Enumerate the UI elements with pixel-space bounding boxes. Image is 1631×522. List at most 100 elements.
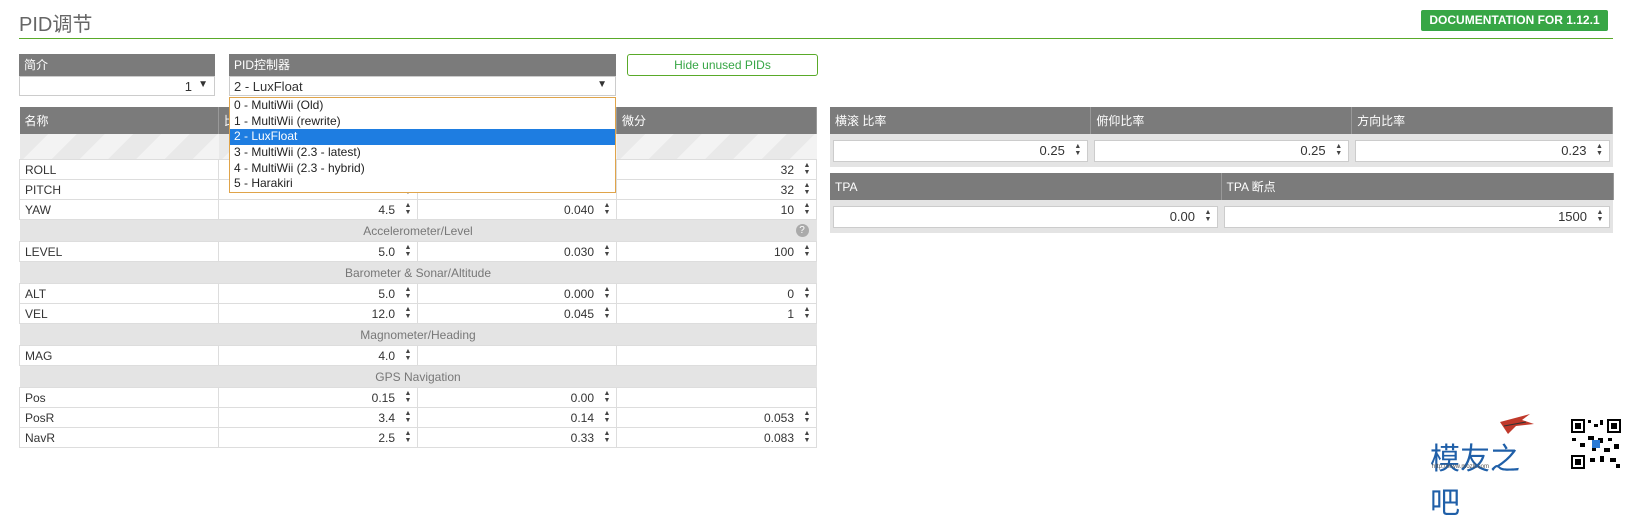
table-row: Pos 0.15 ▲ ▼ 0.00 ▲ ▼ <box>19 387 817 408</box>
spinner-icon[interactable]: ▲▼ <box>602 286 612 300</box>
spinner-icon[interactable]: ▲▼ <box>403 306 413 320</box>
table-row: LEVEL 5.0 ▲ ▼ 0.030 ▲ ▼ 100 ▲ ▼ <box>19 241 817 262</box>
p-input[interactable]: 5.0 ▲ ▼ <box>218 241 418 262</box>
d-input[interactable]: 32 ▲ ▼ <box>616 179 817 200</box>
col-header-d: 微分 <box>616 107 817 134</box>
watermark-url: http://www.moz8.com <box>1432 464 1490 470</box>
empty-cell <box>417 345 617 366</box>
dropdown-option-selected[interactable]: 2 - LuxFloat <box>230 129 615 146</box>
dropdown-option[interactable]: 5 - Harakiri <box>230 176 615 192</box>
spinner-icon[interactable]: ▲▼ <box>602 244 612 258</box>
profile-value: 1 <box>184 79 192 94</box>
d-input[interactable]: 32 ▲ ▼ <box>616 159 817 180</box>
spinner-icon[interactable]: ▲▼ <box>1595 143 1605 157</box>
controller-dropdown-list[interactable]: 0 - MultiWii (Old) 1 - MultiWii (rewrite… <box>229 97 616 194</box>
spinner-icon[interactable]: ▲▼ <box>403 202 413 216</box>
p-input[interactable]: 12.0 ▲ ▼ <box>218 303 418 324</box>
tpa-breakpoint-input[interactable]: 1500 ▲ ▼ <box>1224 205 1610 228</box>
spinner-icon[interactable]: ▲▼ <box>602 390 612 404</box>
spinner-icon[interactable]: ▲▼ <box>1203 209 1213 223</box>
pitch-rate-input[interactable]: 0.25 ▲ ▼ <box>1093 139 1349 162</box>
spinner-icon[interactable]: ▲▼ <box>802 306 812 320</box>
p-input[interactable]: 4.0 ▲ ▼ <box>218 345 418 366</box>
i-input[interactable]: 0.00 ▲ ▼ <box>417 387 617 408</box>
p-input[interactable]: 3.4 ▲ ▼ <box>218 407 418 428</box>
spinner-icon[interactable]: ▲▼ <box>403 410 413 424</box>
spinner-icon[interactable]: ▲▼ <box>802 410 812 424</box>
pitch-rate-header: 俯仰比率 <box>1090 107 1353 134</box>
section-header: Barometer & Sonar/Altitude <box>19 261 817 284</box>
hide-unused-pids-button[interactable]: Hide unused PIDs <box>627 54 818 76</box>
watermark-logo: 模友之吧 http://www.moz8.com <box>1430 410 1540 521</box>
spinner-icon[interactable]: ▲▼ <box>802 430 812 444</box>
d-input[interactable]: 0.053 ▲ ▼ <box>616 407 817 428</box>
dropdown-option[interactable]: 3 - MultiWii (2.3 - latest) <box>230 145 615 161</box>
p-input[interactable]: 5.0 ▲ ▼ <box>218 283 418 304</box>
help-icon[interactable]: ? <box>795 224 809 237</box>
tpa-breakpoint-header: TPA 断点 <box>1221 173 1614 200</box>
documentation-button[interactable]: DOCUMENTATION FOR 1.12.1 <box>1421 10 1608 31</box>
i-input[interactable]: 0.045 ▲ ▼ <box>417 303 617 324</box>
spinner-icon[interactable]: ▲▼ <box>602 410 612 424</box>
spinner-icon[interactable]: ▲▼ <box>403 286 413 300</box>
spinner-icon[interactable]: ▲▼ <box>403 348 413 362</box>
roll-rate-input[interactable]: 0.25 ▲ ▼ <box>833 139 1088 162</box>
d-input[interactable]: 10 ▲ ▼ <box>616 199 817 220</box>
row-name: Pos <box>19 387 219 408</box>
tpa-header: TPA <box>830 173 1222 200</box>
i-input[interactable]: 0.000 ▲ ▼ <box>417 283 617 304</box>
spinner-icon[interactable]: ▲▼ <box>403 390 413 404</box>
i-input[interactable]: 0.14 ▲ ▼ <box>417 407 617 428</box>
spinner-icon[interactable]: ▲▼ <box>802 286 812 300</box>
controller-value: 2 - LuxFloat <box>234 79 303 94</box>
row-name: ALT <box>19 283 219 304</box>
dropdown-option[interactable]: 0 - MultiWii (Old) <box>230 98 615 114</box>
yaw-rate-header: 方向比率 <box>1351 107 1613 134</box>
controller-select[interactable]: 2 - LuxFloat ▼ <box>229 76 616 96</box>
dropdown-option[interactable]: 1 - MultiWii (rewrite) <box>230 114 615 130</box>
tpa-input[interactable]: 0.00 ▲ ▼ <box>833 205 1218 228</box>
rates-table: 横滚 比率 俯仰比率 方向比率 0.25 ▲ ▼ 0.25 ▲ ▼ 0.23 ▲ ▼ <box>830 107 1613 167</box>
spinner-icon[interactable]: ▲▼ <box>602 306 612 320</box>
i-input[interactable]: 0.33 ▲ ▼ <box>417 427 617 448</box>
d-input[interactable]: 100 ▲ ▼ <box>616 241 817 262</box>
spinner-icon[interactable]: ▲▼ <box>802 202 812 216</box>
col-header-name: 名称 <box>19 107 219 134</box>
controller-header: PID控制器 <box>229 54 616 76</box>
section-header: Accelerometer/Level? <box>19 219 817 242</box>
i-input[interactable]: 0.040 ▲ ▼ <box>417 199 617 220</box>
d-input[interactable]: 1 ▲ ▼ <box>616 303 817 324</box>
spinner-icon[interactable]: ▲▼ <box>602 202 612 216</box>
i-input[interactable]: 0.030 ▲ ▼ <box>417 241 617 262</box>
spinner-icon[interactable]: ▲▼ <box>802 244 812 258</box>
spinner-icon[interactable]: ▲▼ <box>403 430 413 444</box>
p-input[interactable]: 2.5 ▲ ▼ <box>218 427 418 448</box>
page-title: PID调节 <box>19 14 93 36</box>
p-input[interactable]: 0.15 ▲ ▼ <box>218 387 418 408</box>
watermark-text: 模友之吧 <box>1430 442 1520 521</box>
spinner-icon[interactable]: ▲▼ <box>802 162 812 176</box>
row-name: LEVEL <box>19 241 219 262</box>
profile-select[interactable]: 1 ▼ <box>19 76 215 96</box>
empty-cell <box>616 345 817 366</box>
table-row: MAG 4.0 ▲ ▼ <box>19 345 817 366</box>
row-name: NavR <box>19 427 219 448</box>
spinner-icon[interactable]: ▲▼ <box>1334 143 1344 157</box>
yaw-rate-input[interactable]: 0.23 ▲ ▼ <box>1354 139 1610 162</box>
section-header: GPS Navigation <box>19 365 817 388</box>
table-row: NavR 2.5 ▲ ▼ 0.33 ▲ ▼ 0.083 ▲ ▼ <box>19 427 817 448</box>
qr-code <box>1570 418 1622 470</box>
spinner-icon[interactable]: ▲▼ <box>403 244 413 258</box>
spinner-icon[interactable]: ▲▼ <box>602 430 612 444</box>
p-input[interactable]: 4.5 ▲ ▼ <box>218 199 418 220</box>
table-row: ALT 5.0 ▲ ▼ 0.000 ▲ ▼ 0 ▲ ▼ <box>19 283 817 304</box>
profile-header: 简介 <box>19 54 215 76</box>
spinner-icon[interactable]: ▲▼ <box>802 182 812 196</box>
d-input[interactable]: 0.083 ▲ ▼ <box>616 427 817 448</box>
table-row: VEL 12.0 ▲ ▼ 0.045 ▲ ▼ 1 ▲ ▼ <box>19 303 817 324</box>
row-name: YAW <box>19 199 219 220</box>
d-input[interactable]: 0 ▲ ▼ <box>616 283 817 304</box>
spinner-icon[interactable]: ▲▼ <box>1073 143 1083 157</box>
spinner-icon[interactable]: ▲▼ <box>1595 209 1605 223</box>
dropdown-option[interactable]: 4 - MultiWii (2.3 - hybrid) <box>230 161 615 177</box>
